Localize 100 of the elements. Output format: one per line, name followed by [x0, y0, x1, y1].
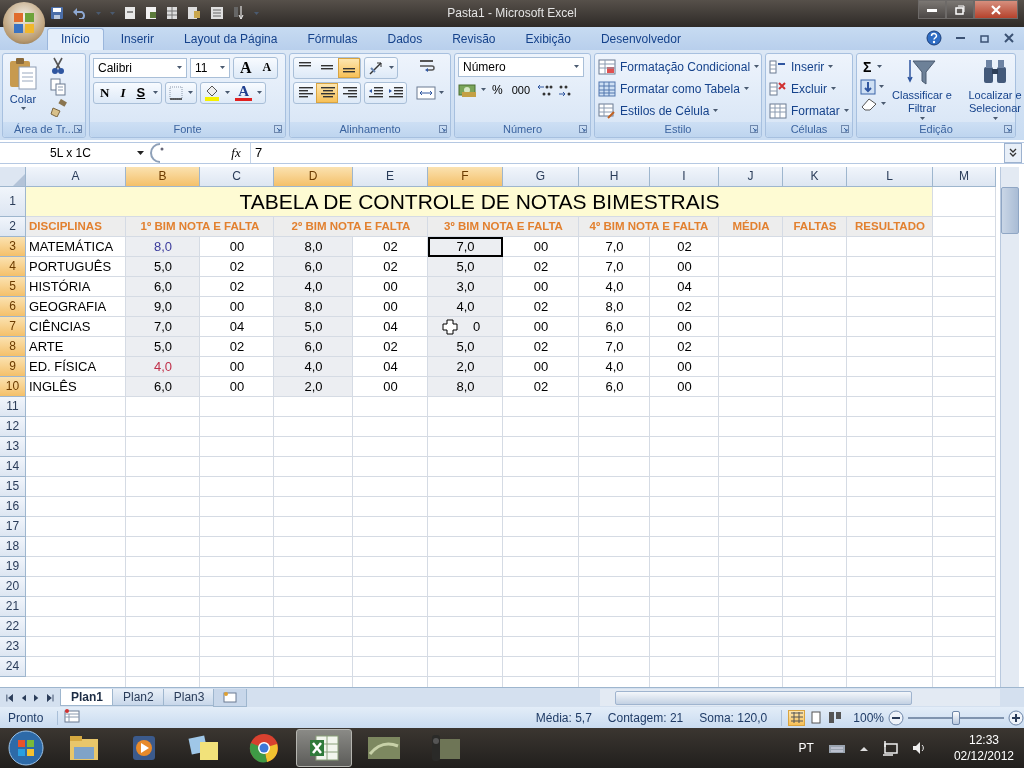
sheet-tab[interactable]: Plan3: [162, 689, 216, 707]
fill-bucket-icon[interactable]: [204, 84, 221, 101]
text-angle-icon[interactable]: [368, 59, 384, 76]
number-format-field[interactable]: Número: [458, 56, 584, 77]
view-button[interactable]: [826, 709, 844, 726]
row-header[interactable]: 21: [0, 596, 26, 617]
row-header[interactable]: 3: [0, 236, 26, 257]
percent-button[interactable]: %: [489, 79, 506, 100]
indent-icon[interactable]: [388, 87, 403, 99]
menu-button[interactable]: Formatar como Tabela: [598, 78, 760, 99]
zoom-in-icon[interactable]: [1008, 709, 1024, 726]
row-header[interactable]: 20: [0, 576, 26, 597]
sort-arrow-icon[interactable]: [233, 5, 245, 22]
first-sheet-icon[interactable]: [6, 693, 13, 702]
sheet-tab[interactable]: Plan2: [112, 689, 165, 707]
zoom-level[interactable]: 100%: [843, 710, 888, 725]
last-sheet-icon[interactable]: [47, 693, 54, 702]
slider-thumb[interactable]: [952, 710, 960, 725]
taskbar-button[interactable]: [296, 729, 352, 767]
column-header[interactable]: B: [126, 166, 200, 187]
clock[interactable]: 12:33 02/12/2012: [953, 732, 1014, 764]
help-icon[interactable]: [926, 30, 942, 47]
view-button[interactable]: [788, 709, 806, 726]
row-header[interactable]: 24: [0, 656, 26, 677]
dialog-launcher-icon[interactable]: [841, 124, 849, 133]
menu-button[interactable]: Estilos de Célula: [598, 100, 760, 121]
wrap-text-icon[interactable]: [419, 58, 437, 75]
italic-button[interactable]: I: [117, 82, 129, 103]
ribbon-tab[interactable]: Fórmulas: [294, 28, 371, 50]
row-header[interactable]: 2: [0, 216, 26, 237]
column-header[interactable]: E: [353, 166, 428, 187]
row-header[interactable]: 16: [0, 496, 26, 517]
maximize-button[interactable]: [946, 0, 974, 19]
insert-function-button[interactable]: fx: [222, 144, 250, 161]
row-header[interactable]: 9: [0, 356, 26, 377]
document-icon[interactable]: [210, 6, 224, 21]
row-header[interactable]: 17: [0, 516, 26, 537]
minimize-button[interactable]: [918, 0, 946, 19]
next-sheet-icon[interactable]: [34, 693, 40, 702]
row-header[interactable]: 8: [0, 336, 26, 357]
column-header[interactable]: M: [933, 166, 996, 187]
font-color-button[interactable]: A: [235, 84, 252, 101]
underline-button[interactable]: S: [133, 82, 149, 103]
column-header[interactable]: A: [26, 166, 126, 187]
previous-sheet-icon[interactable]: [20, 693, 26, 702]
undo-icon[interactable]: [73, 7, 87, 20]
chevron-up-icon[interactable]: [859, 745, 868, 751]
column-header[interactable]: C: [200, 166, 274, 187]
column-header[interactable]: G: [503, 166, 579, 187]
dialog-launcher-icon[interactable]: [74, 124, 82, 133]
document-icon[interactable]: [124, 6, 136, 21]
merge-cells-icon[interactable]: [416, 85, 436, 100]
ribbon-tab[interactable]: Início: [47, 27, 104, 50]
row-header[interactable]: 5: [0, 276, 26, 297]
column-header[interactable]: F: [428, 166, 503, 187]
menu-button[interactable]: Formatar: [769, 100, 849, 121]
scrollbar-thumb[interactable]: [1001, 186, 1019, 234]
row-header[interactable]: 15: [0, 476, 26, 497]
row-header[interactable]: 1: [0, 186, 26, 217]
network-icon[interactable]: [881, 740, 898, 756]
close-button[interactable]: [974, 0, 1018, 19]
paste-button[interactable]: Colar: [6, 56, 40, 122]
column-header[interactable]: I: [650, 166, 719, 187]
align-button[interactable]: [338, 57, 360, 78]
ribbon-tab[interactable]: Layout da Página: [171, 28, 291, 50]
row-header[interactable]: 18: [0, 536, 26, 557]
row-header[interactable]: 12: [0, 416, 26, 437]
zoom-out-icon[interactable]: [888, 709, 904, 726]
column-header[interactable]: H: [579, 166, 650, 187]
start-orb-icon[interactable]: [8, 730, 44, 766]
row-header[interactable]: 14: [0, 456, 26, 477]
row-header[interactable]: 6: [0, 296, 26, 317]
sort-filter-button[interactable]: Classificar e Filtrar: [890, 56, 954, 122]
column-header[interactable]: L: [847, 166, 933, 187]
record-macro-icon[interactable]: [64, 709, 81, 724]
ribbon-tab[interactable]: Desenvolvedor: [587, 28, 694, 50]
close-icon[interactable]: [1004, 33, 1014, 44]
column-header[interactable]: D: [274, 166, 353, 187]
save-icon[interactable]: [50, 6, 64, 21]
ribbon-tab[interactable]: Inserir: [107, 28, 168, 50]
ribbon-tab[interactable]: Revisão: [439, 28, 509, 50]
document-icon[interactable]: [187, 6, 201, 21]
keyboard-icon[interactable]: [827, 742, 846, 754]
ribbon-tab[interactable]: Dados: [374, 28, 436, 50]
dialog-launcher-icon[interactable]: [1004, 124, 1012, 133]
font-size-field[interactable]: 11: [190, 57, 230, 78]
row-header[interactable]: 4: [0, 256, 26, 277]
row-header[interactable]: 23: [0, 636, 26, 657]
row-header[interactable]: 7: [0, 316, 26, 337]
scrollbar-thumb[interactable]: [615, 690, 912, 705]
scrollbar[interactable]: [600, 689, 1000, 707]
sum-button[interactable]: Σ: [860, 56, 875, 77]
bold-button[interactable]: N: [97, 82, 113, 103]
language-indicator[interactable]: PT: [798, 741, 814, 755]
menu-button[interactable]: Formatação Condicional: [598, 56, 760, 77]
fill-down-icon[interactable]: [860, 78, 876, 95]
menu-button[interactable]: Inserir: [769, 56, 849, 77]
scissors-icon[interactable]: [50, 56, 66, 75]
dialog-launcher-icon[interactable]: [274, 124, 282, 133]
thousands-button[interactable]: 000: [508, 79, 534, 100]
